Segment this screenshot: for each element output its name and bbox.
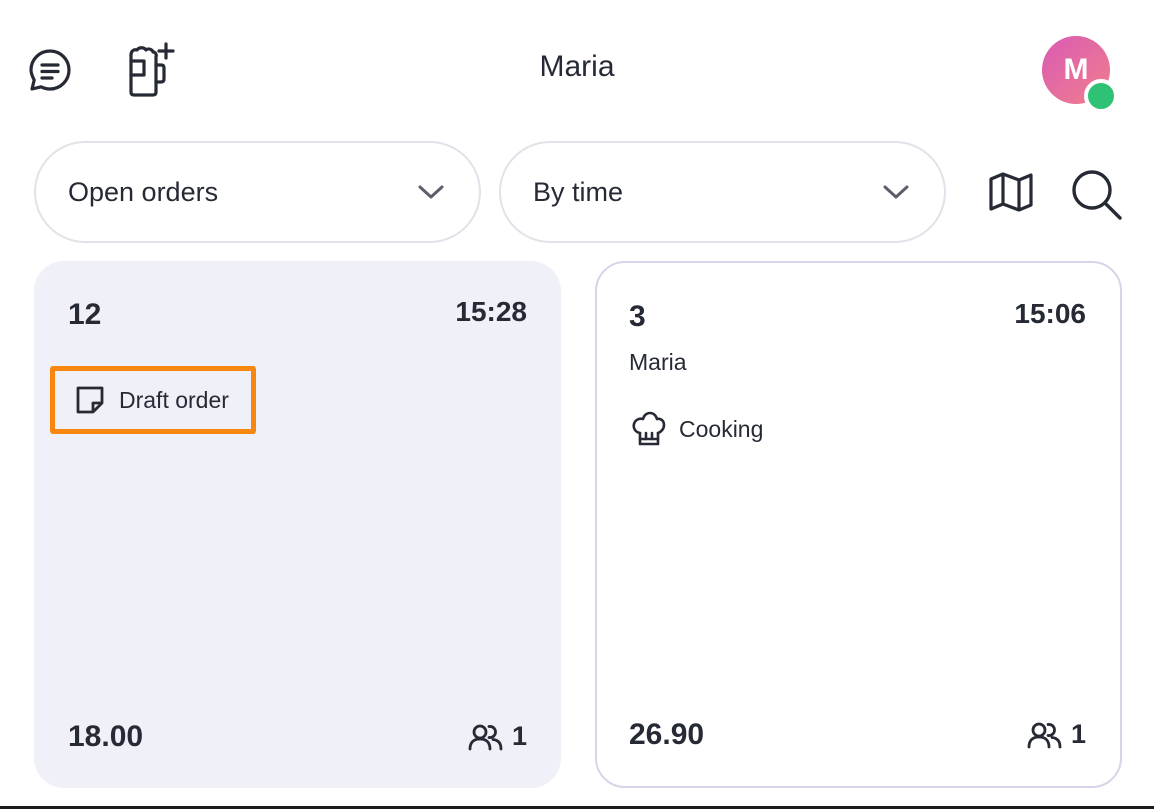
guest-count-value: 1 — [1070, 719, 1086, 749]
page-title: Maria — [539, 50, 615, 83]
search-button[interactable] — [1066, 164, 1126, 224]
chevron-down-icon — [417, 182, 447, 202]
order-filter-value: Open orders — [68, 176, 219, 207]
order-time: 15:06 — [1014, 298, 1086, 329]
map-view-button[interactable] — [984, 168, 1038, 216]
guest-count: 1 — [468, 721, 527, 752]
sort-value: By time — [533, 176, 624, 207]
sort-dropdown[interactable]: By time — [499, 141, 946, 243]
order-card[interactable]: 3 15:06 Maria Cooking 26.90 1 — [595, 261, 1122, 788]
order-time: 15:28 — [455, 296, 527, 327]
order-card[interactable]: 12 15:28 Draft order 18.00 1 — [34, 261, 561, 788]
order-status-label: Cooking — [679, 415, 764, 442]
order-status: Cooking — [631, 411, 763, 447]
people-icon — [1027, 722, 1062, 748]
order-filter-dropdown[interactable]: Open orders — [34, 141, 481, 243]
chef-hat-icon — [632, 411, 666, 446]
presence-status-indicator — [1084, 79, 1118, 113]
chevron-down-icon — [882, 182, 912, 202]
people-icon — [468, 724, 503, 750]
order-total: 18.00 — [68, 720, 144, 753]
map-icon — [989, 172, 1033, 212]
note-icon — [76, 386, 104, 414]
order-status-label: Draft order — [119, 386, 229, 413]
order-table-number: 12 — [68, 298, 102, 331]
order-waiter-name: Maria — [629, 349, 687, 375]
guest-count: 1 — [1027, 719, 1086, 750]
orders-screen: Maria M Open orders By time 12 15:28 Dra… — [0, 0, 1154, 809]
avatar-initial: M — [1063, 53, 1089, 86]
search-icon — [1072, 170, 1122, 220]
order-table-number: 3 — [629, 300, 646, 333]
order-total: 26.90 — [629, 718, 705, 751]
guest-count-value: 1 — [511, 721, 527, 751]
order-status: Draft order — [50, 366, 256, 434]
